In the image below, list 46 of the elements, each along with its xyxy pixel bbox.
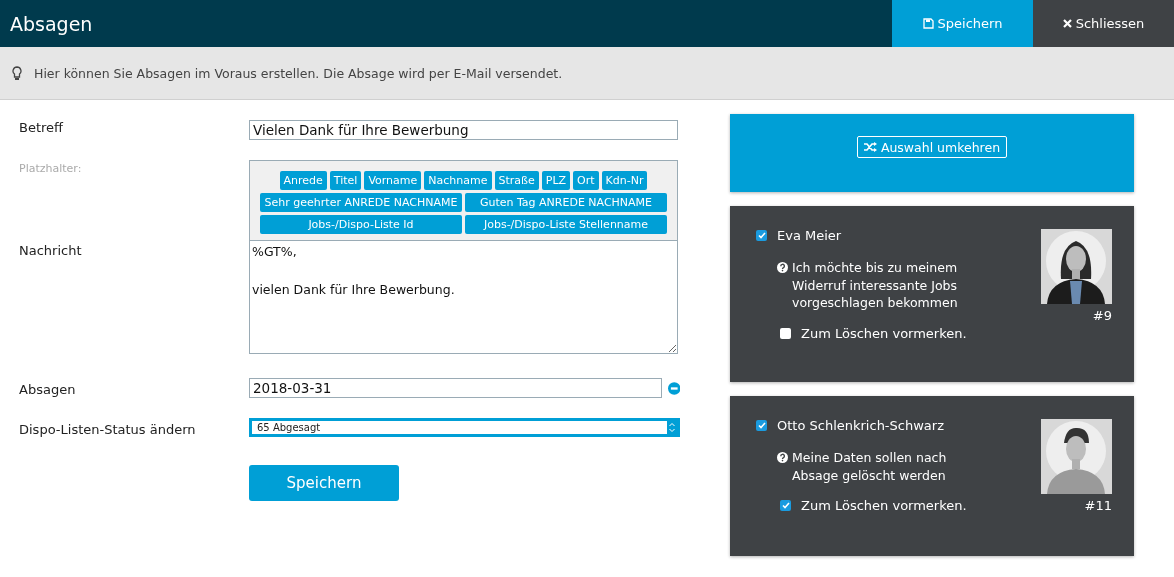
candidate-number: #11 <box>1084 498 1112 513</box>
placeholder-button[interactable]: PLZ <box>541 171 571 190</box>
placeholder-button[interactable]: Anrede <box>279 171 327 190</box>
field-label: Absagen <box>19 381 77 398</box>
candidate-name: Eva Meier <box>777 228 842 243</box>
consent-note: Meine Daten sollen nach Absage gelöscht werden <box>792 449 948 484</box>
date-field[interactable]: 2018-03-31 <box>249 378 662 398</box>
placeholder-button[interactable]: Jobs-/Dispo-Liste Id <box>260 215 462 234</box>
lightbulb-icon <box>12 65 22 81</box>
candidate-number: #9 <box>1092 308 1112 323</box>
checkbox[interactable] <box>780 327 791 339</box>
info-text: Hier können Sie Absagen im Voraus erstellen. Die Absage wird per E-Mail versendet. <box>34 65 563 81</box>
window-title: Absagen <box>9 11 94 37</box>
field-label: Betreff <box>19 119 65 137</box>
field-label: Platzhalter: <box>19 161 83 177</box>
checkbox[interactable] <box>756 230 767 241</box>
placeholder-button[interactable]: Sehr geehrter ANREDE NACHNAME <box>260 193 462 212</box>
status-dropdown[interactable]: 65 Abgesagt <box>249 418 680 437</box>
question-icon <box>777 262 788 273</box>
placeholder-button[interactable]: Ort <box>573 171 599 190</box>
consent-note: Ich möchte bis zu meinem Widerruf interessante Jobs vorgeschlagen bekommen <box>792 259 959 312</box>
save-button[interactable]: Speichern <box>892 0 1033 47</box>
subject-field[interactable]: Vielen Dank für Ihre Bewerbung <box>249 120 678 140</box>
invert-selection-button[interactable]: Auswahl umkehren <box>856 136 1008 158</box>
checkbox-label: Zum Löschen vormerken. <box>801 325 967 341</box>
checkbox-label: Zum Löschen vormerken. <box>801 498 967 513</box>
placeholder-button[interactable]: Guten Tag ANREDE NACHNAME <box>465 193 667 212</box>
save-button[interactable]: Speichern <box>249 465 399 501</box>
close-icon <box>1062 19 1072 28</box>
checkbox[interactable] <box>780 500 791 511</box>
placeholder-button[interactable]: Kdn-Nr <box>601 171 648 190</box>
placeholder-button[interactable]: Nachname <box>424 171 492 190</box>
remove-icon[interactable] <box>667 381 680 395</box>
placeholder-button[interactable]: Vorname <box>364 171 422 190</box>
placeholder-button[interactable]: Jobs-/Dispo-Liste Stellenname <box>465 215 667 234</box>
chevron-icon <box>667 421 677 434</box>
field-label: Nachricht <box>19 242 83 260</box>
placeholder-button[interactable]: Straße <box>494 171 539 190</box>
candidate-name: Otto Schlenkrich-Schwarz <box>777 418 944 433</box>
message-field[interactable]: %GT%, vielen Dank für Ihre Bewerbung. <box>249 241 678 354</box>
close-button[interactable]: Schliessen <box>1033 0 1174 47</box>
checkbox[interactable] <box>756 420 767 431</box>
placeholder-button[interactable]: Titel <box>329 171 362 190</box>
field-label: Dispo-Listen-Status ändern <box>19 421 197 437</box>
shuffle-icon <box>863 142 877 152</box>
question-icon <box>777 452 788 463</box>
